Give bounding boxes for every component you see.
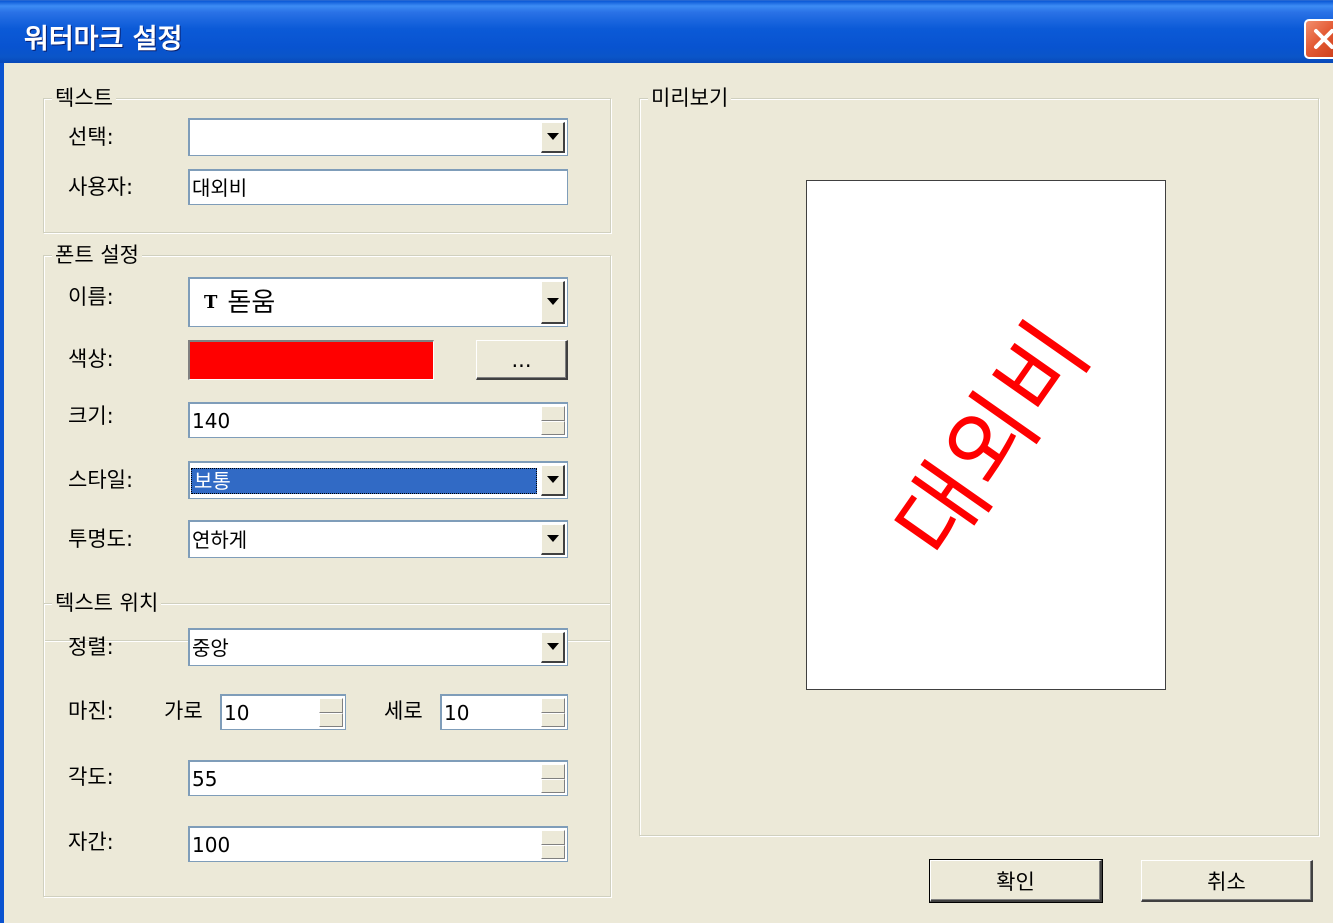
size-spinner[interactable] bbox=[541, 406, 565, 435]
user-label: 사용자: bbox=[68, 175, 134, 199]
color-picker-button-label: ... bbox=[511, 347, 532, 372]
horizontal-margin-spinner[interactable] bbox=[319, 698, 343, 727]
spacing-value: 100 bbox=[192, 832, 231, 857]
horizontal-margin-spinbox[interactable]: 10 bbox=[220, 694, 346, 730]
align-dropdown-button[interactable] bbox=[541, 632, 565, 663]
select-label: 선택: bbox=[68, 125, 114, 149]
transparency-dropdown[interactable]: 연하게 bbox=[188, 520, 568, 558]
preview-group: 미리보기 대외비 bbox=[639, 85, 1319, 836]
ok-button-label: 확인 bbox=[996, 869, 1035, 894]
close-icon bbox=[1314, 29, 1333, 49]
font-name-dropdown-button[interactable] bbox=[541, 281, 565, 324]
cancel-button-label: 취소 bbox=[1207, 869, 1246, 894]
horizontal-margin-label: 가로 bbox=[164, 699, 203, 723]
align-dropdown[interactable]: 중앙 bbox=[188, 628, 568, 666]
angle-value: 55 bbox=[192, 766, 218, 791]
spacing-label: 자간: bbox=[68, 830, 114, 854]
title-bar: 워터마크 설정 bbox=[0, 0, 1333, 63]
dialog-body: 텍스트 선택: 사용자: 대외비 폰트 설정 이름: T 돋움 색상: ... 크… bbox=[4, 63, 1333, 923]
user-input[interactable]: 대외비 bbox=[188, 169, 568, 205]
font-name-value: 돋움 bbox=[227, 287, 276, 318]
font-name-dropdown[interactable]: T 돋움 bbox=[188, 277, 568, 327]
angle-spinbox[interactable]: 55 bbox=[188, 760, 568, 796]
size-label: 크기: bbox=[68, 404, 114, 428]
position-group-legend: 텍스트 위치 bbox=[52, 590, 162, 616]
text-group: 텍스트 선택: 사용자: 대외비 bbox=[43, 85, 611, 233]
color-swatch bbox=[188, 340, 434, 380]
window-title: 워터마크 설정 bbox=[24, 24, 183, 55]
color-picker-button[interactable]: ... bbox=[476, 340, 568, 380]
text-group-legend: 텍스트 bbox=[52, 85, 116, 111]
transparency-value: 연하게 bbox=[192, 527, 248, 552]
font-name-display: T 돋움 bbox=[204, 287, 275, 318]
cancel-button[interactable]: 취소 bbox=[1141, 860, 1313, 902]
close-button[interactable] bbox=[1304, 19, 1333, 59]
spacing-spinbox[interactable]: 100 bbox=[188, 826, 568, 862]
angle-spinner[interactable] bbox=[541, 764, 565, 793]
size-value: 140 bbox=[192, 408, 231, 433]
style-dropdown-button[interactable] bbox=[541, 465, 565, 496]
style-label: 스타일: bbox=[68, 468, 134, 492]
vertical-margin-spinner[interactable] bbox=[541, 698, 565, 727]
font-group-legend: 폰트 설정 bbox=[52, 242, 142, 268]
size-spinbox[interactable]: 140 bbox=[188, 402, 568, 438]
user-value: 대외비 bbox=[192, 175, 248, 200]
ok-button[interactable]: 확인 bbox=[929, 859, 1103, 903]
truetype-font-icon: T bbox=[204, 291, 218, 313]
vertical-margin-spinbox[interactable]: 10 bbox=[440, 694, 568, 730]
transparency-label: 투명도: bbox=[68, 527, 134, 551]
style-value: 보통 bbox=[191, 467, 537, 494]
color-label: 색상: bbox=[68, 347, 114, 371]
vertical-margin-value: 10 bbox=[444, 700, 470, 725]
horizontal-margin-value: 10 bbox=[224, 700, 250, 725]
font-group: 폰트 설정 이름: T 돋움 색상: ... 크기: 140 스타일: 보통 투명… bbox=[43, 242, 611, 641]
watermark-preview-text: 대외비 bbox=[874, 302, 1111, 577]
align-label: 정렬: bbox=[68, 635, 114, 659]
chevron-down-icon bbox=[546, 133, 559, 140]
chevron-down-icon bbox=[546, 643, 559, 650]
chevron-down-icon bbox=[546, 476, 559, 483]
position-group: 텍스트 위치 정렬: 중앙 마진: 가로 10 세로 10 각도: 55 자간:… bbox=[43, 590, 611, 897]
chevron-down-icon bbox=[546, 298, 559, 305]
margin-label: 마진: bbox=[68, 699, 114, 723]
select-dropdown[interactable] bbox=[188, 118, 568, 156]
preview-page: 대외비 bbox=[806, 180, 1166, 690]
angle-label: 각도: bbox=[68, 765, 114, 789]
vertical-margin-label: 세로 bbox=[384, 699, 423, 723]
style-dropdown[interactable]: 보통 bbox=[188, 461, 568, 499]
chevron-down-icon bbox=[546, 535, 559, 542]
spacing-spinner[interactable] bbox=[541, 830, 565, 859]
preview-group-legend: 미리보기 bbox=[648, 85, 732, 111]
select-dropdown-button[interactable] bbox=[541, 122, 565, 153]
font-name-label: 이름: bbox=[68, 285, 114, 309]
align-value: 중앙 bbox=[192, 635, 229, 660]
transparency-dropdown-button[interactable] bbox=[541, 524, 565, 555]
